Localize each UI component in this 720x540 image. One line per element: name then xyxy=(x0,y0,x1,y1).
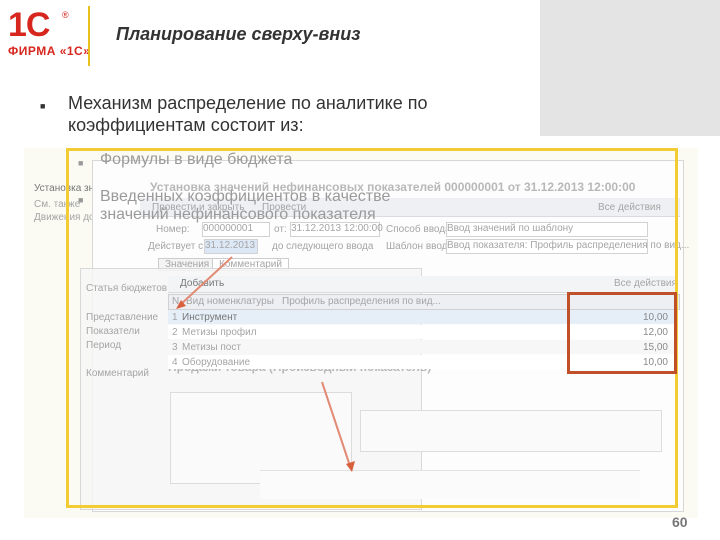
arrow-line-1 xyxy=(179,256,233,306)
callout-arrows xyxy=(176,256,355,472)
page-number: 60 xyxy=(672,514,688,530)
arrow-line-2 xyxy=(321,381,351,467)
arrow-head-2 xyxy=(346,461,355,472)
